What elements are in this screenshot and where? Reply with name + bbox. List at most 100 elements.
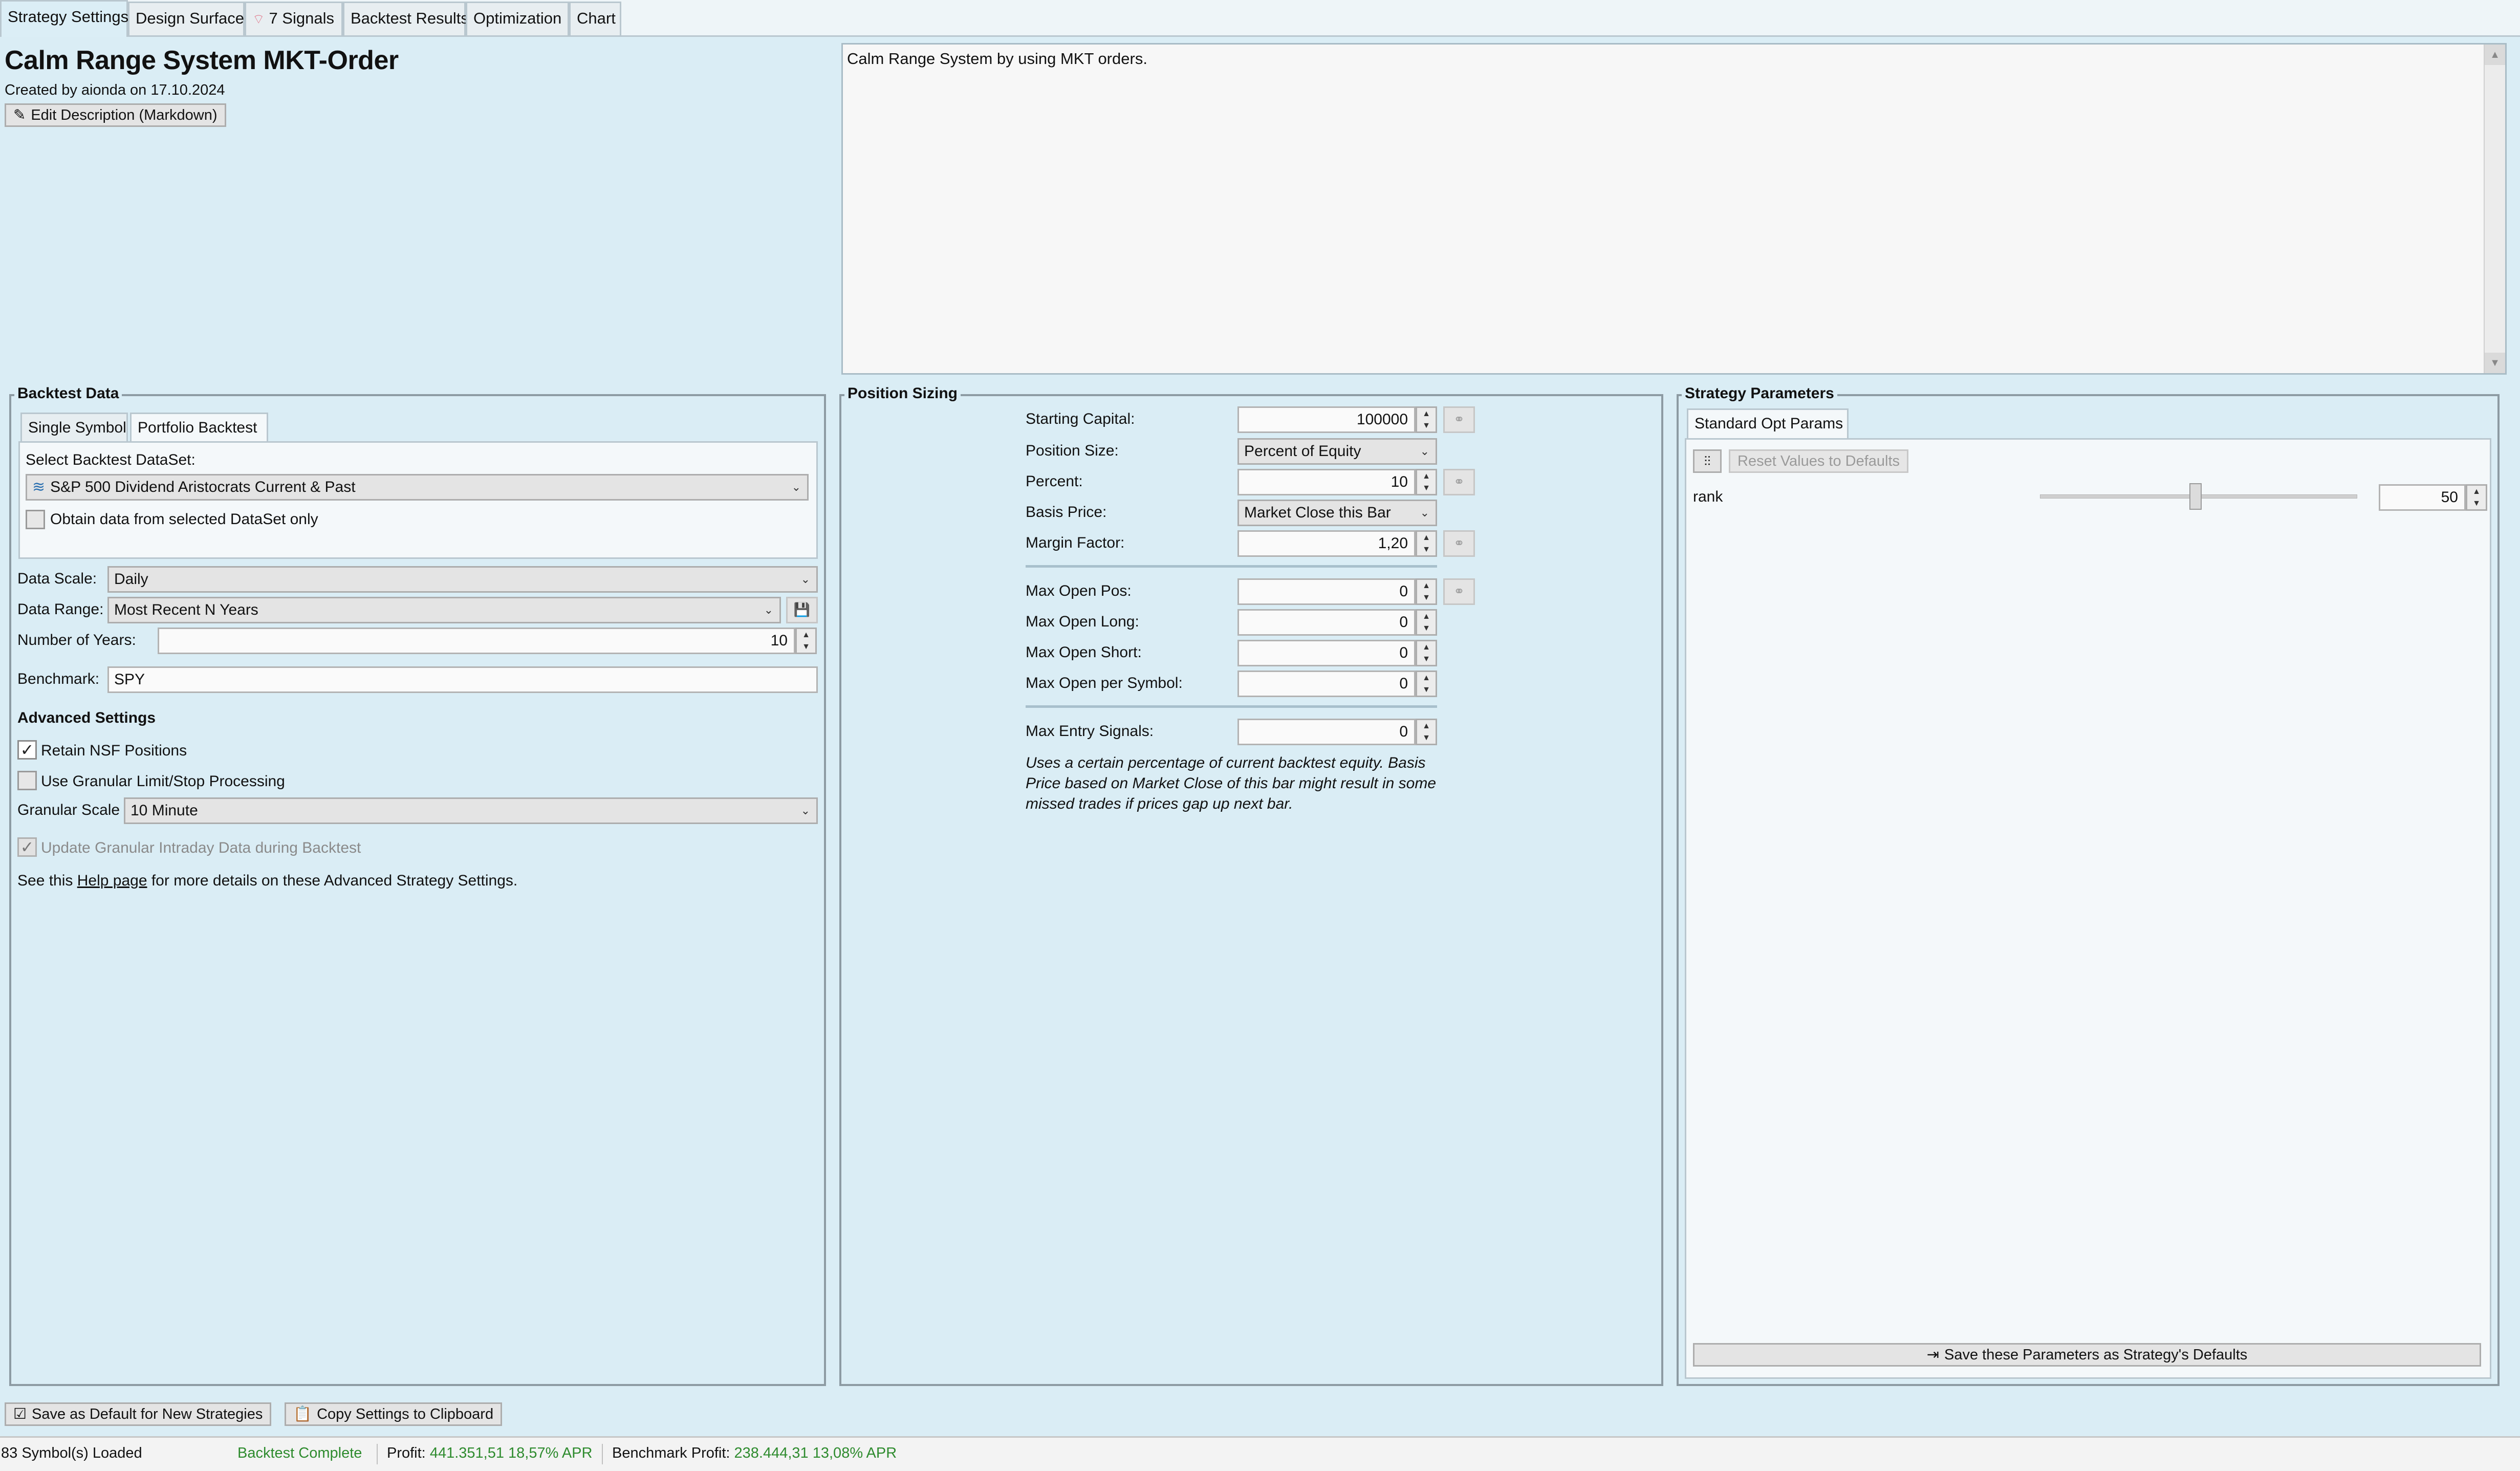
link-icon[interactable]: ⚭ <box>1443 406 1475 433</box>
spin-up-icon[interactable]: ▲ <box>1417 408 1436 420</box>
benchmark-input[interactable]: SPY <box>107 666 818 693</box>
spin-down-icon[interactable]: ▼ <box>1417 592 1436 603</box>
floppy-disk-icon[interactable]: 💾 <box>786 597 818 623</box>
rank-stepper[interactable]: ▲ ▼ <box>2466 484 2487 511</box>
copy-settings-button[interactable]: 📋 Copy Settings to Clipboard <box>285 1402 503 1426</box>
group-title: Backtest Data <box>14 385 122 402</box>
chevron-down-icon: ⌄ <box>1420 445 1429 458</box>
spin-up-icon[interactable]: ▲ <box>1417 532 1436 544</box>
granular-scale-label: Granular Scale <box>17 802 120 818</box>
reset-defaults-button[interactable]: Reset Values to Defaults <box>1729 449 1909 473</box>
retain-nsf-label: Retain NSF Positions <box>41 742 187 759</box>
spin-up-icon[interactable]: ▲ <box>2467 486 2486 497</box>
tab-strategy-settings[interactable]: Strategy Settings <box>0 0 128 37</box>
max-open-symbol-input[interactable]: 0 <box>1237 670 1416 697</box>
link-icon[interactable]: ⚭ <box>1443 469 1475 495</box>
granular-scale-select[interactable]: 10 Minute ⌄ <box>124 797 818 824</box>
starting-capital-input[interactable]: 100000 <box>1237 406 1416 433</box>
spin-down-icon[interactable]: ▼ <box>1417 420 1436 431</box>
help-text: See this Help page for more details on t… <box>17 872 517 890</box>
sliders-icon[interactable]: ⫶⫶ <box>1693 449 1722 473</box>
max-open-short-stepper[interactable]: ▲ ▼ <box>1416 640 1437 666</box>
starting-capital-stepper[interactable]: ▲ ▼ <box>1416 406 1437 433</box>
rank-input[interactable]: 50 <box>2379 484 2466 511</box>
scroll-down-icon[interactable]: ▼ <box>2485 353 2505 373</box>
spin-up-icon[interactable]: ▲ <box>1417 580 1436 592</box>
sizing-note-line2: Price based on Market Close of this bar … <box>1026 775 1437 792</box>
spin-up-icon[interactable]: ▲ <box>1417 470 1436 482</box>
spin-up-icon[interactable]: ▲ <box>1417 611 1436 622</box>
spin-up-icon[interactable]: ▲ <box>797 629 815 641</box>
status-divider <box>602 1444 603 1464</box>
tab-optimization[interactable]: Optimization <box>466 2 569 35</box>
obtain-data-checkbox[interactable] <box>26 510 45 529</box>
spin-down-icon[interactable]: ▼ <box>1417 732 1436 744</box>
description-textbox[interactable]: Calm Range System by using MKT orders. ▲… <box>841 43 2507 375</box>
max-entry-label: Max Entry Signals: <box>1026 723 1154 740</box>
link-icon[interactable]: ⚭ <box>1443 530 1475 557</box>
edit-description-button[interactable]: ✎ Edit Description (Markdown) <box>5 103 226 127</box>
tab-standard-opt-params[interactable]: Standard Opt Params <box>1687 408 1849 438</box>
wifi-signal-icon: ⌔ <box>252 11 265 27</box>
spin-up-icon[interactable]: ▲ <box>1417 641 1436 653</box>
tab-signals[interactable]: ⌔ 7 Signals <box>245 2 343 35</box>
spin-down-icon[interactable]: ▼ <box>1417 684 1436 696</box>
tab-single-symbol[interactable]: Single Symbol <box>20 413 128 442</box>
percent-input[interactable]: 10 <box>1237 469 1416 495</box>
max-entry-input[interactable]: 0 <box>1237 719 1416 745</box>
max-open-symbol-stepper[interactable]: ▲ ▼ <box>1416 670 1437 697</box>
max-open-short-input[interactable]: 0 <box>1237 640 1416 666</box>
tab-label: Chart <box>577 9 616 27</box>
save-params-defaults-button[interactable]: ⇥ Save these Parameters as Strategy's Def… <box>1693 1343 2481 1367</box>
data-range-select[interactable]: Most Recent N Years ⌄ <box>107 597 781 623</box>
description-text: Calm Range System by using MKT orders. <box>847 50 1147 68</box>
arrow-to-line-icon: ⇥ <box>1926 1347 1940 1363</box>
tab-chart[interactable]: Chart <box>569 2 621 35</box>
spin-down-icon[interactable]: ▼ <box>1417 544 1436 555</box>
spin-up-icon[interactable]: ▲ <box>1417 672 1436 684</box>
spin-up-icon[interactable]: ▲ <box>1417 720 1436 732</box>
tab-portfolio-backtest[interactable]: Portfolio Backtest <box>130 413 268 442</box>
help-suffix: for more details on these Advanced Strat… <box>147 872 518 889</box>
spin-down-icon[interactable]: ▼ <box>1417 482 1436 494</box>
spin-down-icon[interactable]: ▼ <box>1417 653 1436 665</box>
max-open-long-input[interactable]: 0 <box>1237 609 1416 636</box>
description-scrollbar[interactable]: ▲ ▼ <box>2484 45 2505 373</box>
spin-down-icon[interactable]: ▼ <box>1417 622 1436 634</box>
max-open-long-stepper[interactable]: ▲ ▼ <box>1416 609 1437 636</box>
button-label: Reset Values to Defaults <box>1737 453 1900 469</box>
dataset-select[interactable]: ≋ S&P 500 Dividend Aristocrats Current & … <box>26 474 809 501</box>
percent-stepper[interactable]: ▲ ▼ <box>1416 469 1437 495</box>
max-entry-stepper[interactable]: ▲ ▼ <box>1416 719 1437 745</box>
dataset-value: S&P 500 Dividend Aristocrats Current & P… <box>50 479 356 495</box>
max-open-pos-input[interactable]: 0 <box>1237 578 1416 605</box>
max-open-pos-stepper[interactable]: ▲ ▼ <box>1416 578 1437 605</box>
basis-price-select[interactable]: Market Close this Bar ⌄ <box>1237 500 1437 526</box>
position-size-select[interactable]: Percent of Equity ⌄ <box>1237 438 1437 465</box>
max-open-short-label: Max Open Short: <box>1026 644 1142 661</box>
update-granular-checkbox[interactable]: ✓ <box>17 837 37 857</box>
rank-slider-thumb[interactable] <box>2189 483 2202 510</box>
margin-input[interactable]: 1,20 <box>1237 530 1416 557</box>
divider <box>1026 705 1437 708</box>
chevron-down-icon: ⌄ <box>800 804 810 817</box>
save-default-button[interactable]: ☑ Save as Default for New Strategies <box>5 1402 272 1426</box>
tab-backtest-results[interactable]: Backtest Results <box>343 2 469 35</box>
tab-label: Single Symbol <box>28 419 126 436</box>
retain-nsf-checkbox[interactable]: ✓ <box>17 740 37 760</box>
help-page-link[interactable]: Help page <box>77 872 147 889</box>
data-scale-select[interactable]: Daily ⌄ <box>107 566 818 593</box>
years-stepper[interactable]: ▲ ▼ <box>795 628 817 654</box>
button-label: Save these Parameters as Strategy's Defa… <box>1944 1347 2248 1363</box>
spin-down-icon[interactable]: ▼ <box>797 641 815 653</box>
margin-stepper[interactable]: ▲ ▼ <box>1416 530 1437 557</box>
help-prefix: See this <box>17 872 77 889</box>
link-icon[interactable]: ⚭ <box>1443 578 1475 605</box>
tab-design-surface[interactable]: Design Surface <box>128 2 245 35</box>
spin-down-icon[interactable]: ▼ <box>2467 497 2486 509</box>
update-granular-label: Update Granular Intraday Data during Bac… <box>41 839 361 856</box>
chevron-down-icon: ⌄ <box>800 573 810 586</box>
granular-processing-checkbox[interactable] <box>17 771 37 790</box>
scroll-up-icon[interactable]: ▲ <box>2485 45 2505 65</box>
years-input[interactable]: 10 <box>158 628 795 654</box>
